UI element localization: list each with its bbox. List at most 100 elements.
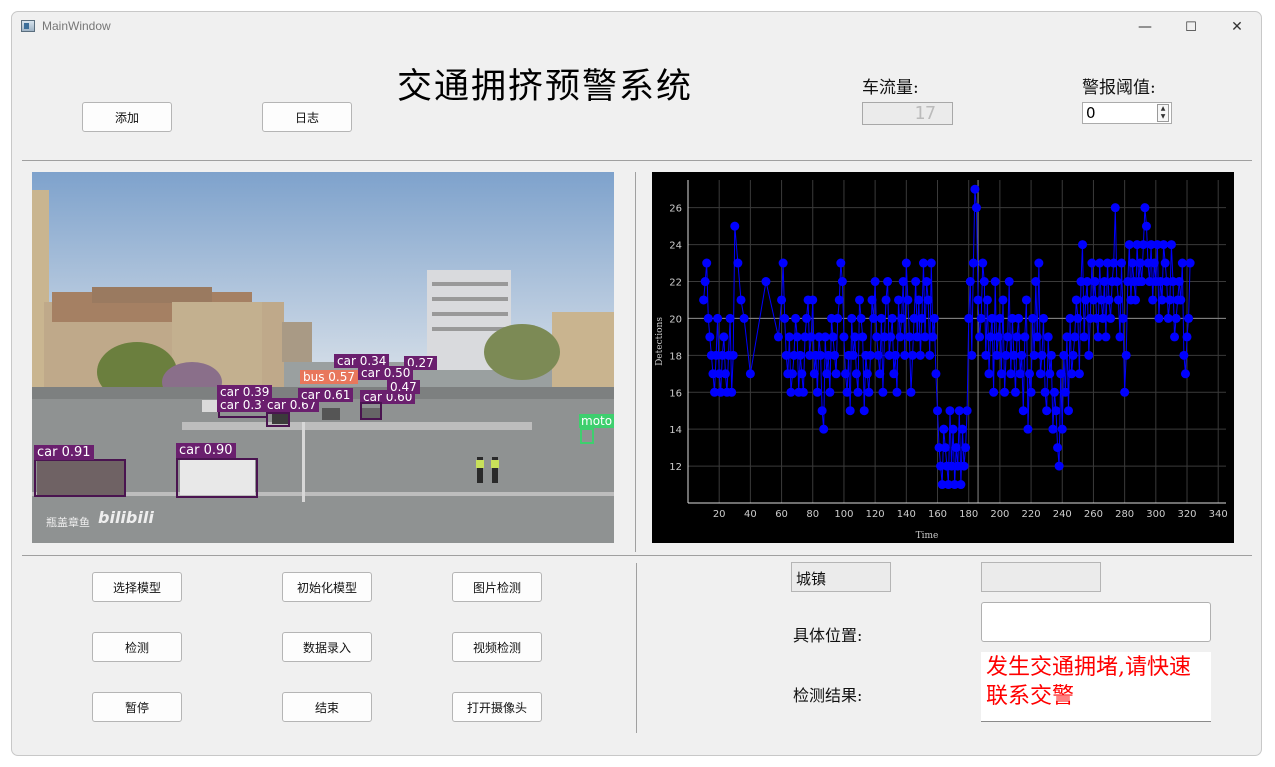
data-point (1101, 332, 1111, 342)
detection-box (176, 458, 258, 498)
spin-arrows[interactable]: ▲ ▼ (1157, 104, 1169, 122)
data-point (842, 387, 852, 397)
data-point (975, 332, 985, 342)
data-point (703, 313, 713, 323)
data-point (928, 332, 938, 342)
x-tick-label: 40 (744, 509, 757, 520)
location-label: 具体位置: (793, 626, 863, 645)
data-point (1010, 387, 1020, 397)
data-point (1179, 350, 1189, 360)
data-point (1166, 240, 1176, 250)
data-point (957, 424, 967, 434)
data-point (1026, 387, 1036, 397)
data-point (1177, 258, 1187, 268)
image-detect-button[interactable]: 图片检测 (452, 572, 542, 602)
top-divider (22, 160, 1252, 161)
data-point (705, 332, 715, 342)
data-point (719, 332, 729, 342)
data-point (702, 258, 712, 268)
data-point (909, 313, 919, 323)
data-point (908, 350, 918, 360)
data-point (1149, 258, 1159, 268)
open-camera-button[interactable]: 打开摄像头 (452, 692, 542, 722)
data-point (1018, 406, 1028, 416)
data-point (986, 332, 996, 342)
data-point (1127, 258, 1137, 268)
data-point (933, 406, 943, 416)
detect-button[interactable]: 检测 (92, 632, 182, 662)
add-button[interactable]: 添加 (82, 102, 172, 132)
data-point (1060, 387, 1070, 397)
data-point (1046, 350, 1056, 360)
data-point (998, 295, 1008, 305)
data-point (904, 332, 914, 342)
detection-label: car 0.91 (34, 445, 94, 460)
init-model-button[interactable]: 初始化模型 (282, 572, 372, 602)
spin-down-icon[interactable]: ▼ (1158, 113, 1168, 121)
pause-button[interactable]: 暂停 (92, 692, 182, 722)
data-point (1070, 332, 1080, 342)
x-tick-label: 280 (1115, 509, 1134, 520)
x-tick-label: 320 (1177, 509, 1196, 520)
data-point (865, 350, 875, 360)
data-point (845, 406, 855, 416)
data-point (875, 369, 885, 379)
data-point (903, 295, 913, 305)
video-detect-button[interactable]: 视频检测 (452, 632, 542, 662)
data-point (1040, 387, 1050, 397)
data-point (795, 350, 805, 360)
y-tick-label: 20 (669, 314, 682, 325)
data-point (1081, 295, 1091, 305)
data-point (1095, 258, 1105, 268)
data-point (819, 424, 829, 434)
data-point (962, 406, 972, 416)
data-point (968, 258, 978, 268)
threshold-spinbox[interactable]: 0 ▲ ▼ (1082, 102, 1172, 124)
spin-up-icon[interactable]: ▲ (1158, 105, 1168, 113)
x-tick-label: 80 (806, 509, 819, 520)
end-button[interactable]: 结束 (282, 692, 372, 722)
middle-divider (22, 555, 1252, 556)
data-point (897, 313, 907, 323)
data-point (1121, 350, 1131, 360)
data-point (1170, 332, 1180, 342)
maximize-icon[interactable]: ☐ (1168, 12, 1214, 42)
data-point (730, 221, 740, 231)
data-point (995, 313, 1005, 323)
data-point (918, 258, 928, 268)
data-point (1110, 203, 1120, 213)
town-field[interactable] (981, 562, 1101, 592)
select-model-button[interactable]: 选择模型 (92, 572, 182, 602)
y-tick-label: 26 (669, 204, 682, 215)
data-point (786, 387, 796, 397)
data-point (1053, 443, 1063, 453)
video-frame: car 0.91 car 0.90 car 0.39 car 0.37 car … (32, 172, 614, 543)
data-point (922, 277, 932, 287)
data-point (1087, 258, 1097, 268)
data-point (1068, 350, 1078, 360)
data-point (745, 369, 755, 379)
minimize-icon[interactable]: — (1122, 12, 1168, 42)
data-point (867, 295, 877, 305)
location-input[interactable] (981, 602, 1211, 642)
data-point (802, 313, 812, 323)
data-point (976, 313, 986, 323)
data-point (808, 295, 818, 305)
data-point (733, 258, 743, 268)
data-point (1004, 277, 1014, 287)
data-point (739, 313, 749, 323)
data-entry-button[interactable]: 数据录入 (282, 632, 372, 662)
detection-box (34, 459, 126, 497)
data-point (1009, 350, 1019, 360)
data-point (1090, 277, 1100, 287)
data-point (773, 332, 783, 342)
threshold-value[interactable]: 0 (1086, 104, 1096, 122)
data-point (898, 277, 908, 287)
close-icon[interactable]: ✕ (1214, 12, 1260, 42)
data-point (784, 332, 794, 342)
data-point (830, 350, 840, 360)
x-tick-label: 140 (897, 509, 916, 520)
log-button[interactable]: 日志 (262, 102, 352, 132)
data-point (700, 277, 710, 287)
data-point (954, 406, 964, 416)
